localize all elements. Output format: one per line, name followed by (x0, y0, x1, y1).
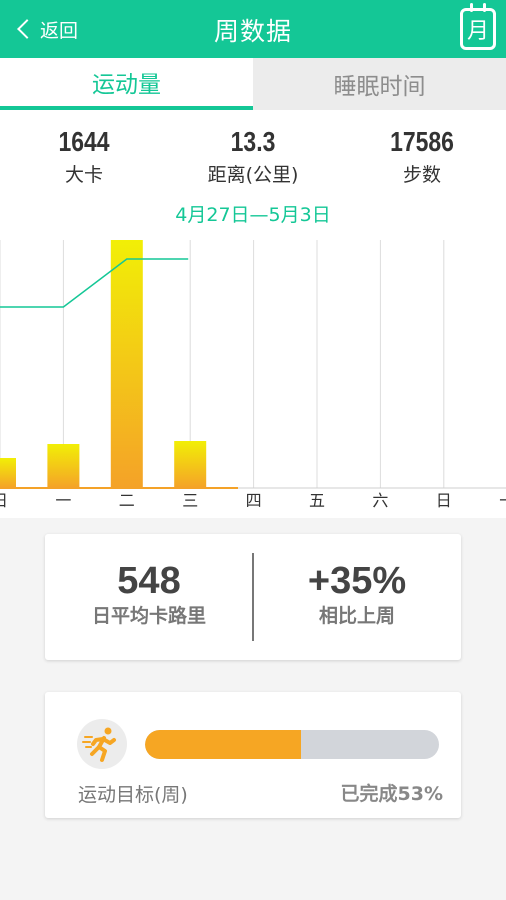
stat-distance-label: 距离(公里) (207, 164, 299, 186)
goal-progress-fill (145, 730, 301, 759)
x-tick-label: 二 (119, 491, 135, 510)
tab-sleep[interactable]: 睡眠时间 (253, 58, 506, 110)
stat-distance-value: 13.3 (230, 126, 276, 157)
header: 返回 周数据 月 (0, 0, 506, 58)
weekly-activity-chart: 日一二三四五六日一 (0, 240, 506, 510)
x-tick-label: 一 (55, 491, 71, 510)
runner-icon (77, 719, 127, 769)
goal-card[interactable]: 运动目标(周) 已完成53% (45, 692, 461, 818)
stat-steps-value: 17586 (390, 126, 454, 157)
stat-distance: 13.3 距离(公里) (169, 126, 337, 187)
trend-line (0, 258, 189, 308)
bar (174, 441, 207, 488)
bar (0, 458, 16, 488)
tab-bar: 运动量 睡眠时间 (0, 58, 506, 110)
week-comparison-label: 相比上周 (318, 605, 395, 627)
daily-average: 548 日平均卡路里 (45, 560, 253, 628)
stat-calories: 1644 大卡 (0, 126, 168, 187)
x-tick-label: 日 (436, 491, 452, 510)
stat-calories-value: 1644 (58, 126, 110, 157)
goal-progress-bar (145, 730, 439, 759)
daily-average-label: 日平均卡路里 (91, 605, 206, 627)
stat-steps: 17586 步数 (338, 126, 506, 187)
x-tick-label: 三 (182, 491, 198, 510)
week-comparison-value: +35% (307, 560, 407, 602)
x-tick-label: 四 (246, 491, 262, 510)
goal-label: 运动目标(周) (78, 784, 188, 806)
week-comparison: +35% 相比上周 (253, 560, 461, 628)
page-title: 周数据 (213, 17, 292, 46)
summary-card: 548 日平均卡路里 +35% 相比上周 (45, 534, 461, 660)
x-tick-label: 六 (372, 491, 388, 510)
x-tick-label: 一 (499, 491, 506, 510)
stat-calories-label: 大卡 (64, 164, 103, 186)
stat-steps-label: 步数 (402, 164, 441, 186)
goal-status: 已完成53% (340, 783, 443, 805)
bar (110, 240, 143, 488)
bar (47, 444, 80, 488)
tab-activity[interactable]: 运动量 (0, 58, 253, 110)
calendar-icon[interactable]: 月 (460, 3, 496, 50)
x-tick-label: 日 (0, 491, 8, 510)
daily-average-value: 548 (117, 560, 181, 602)
x-tick-label: 五 (309, 491, 325, 510)
date-range[interactable]: 4月27日—5月3日 (0, 200, 506, 227)
